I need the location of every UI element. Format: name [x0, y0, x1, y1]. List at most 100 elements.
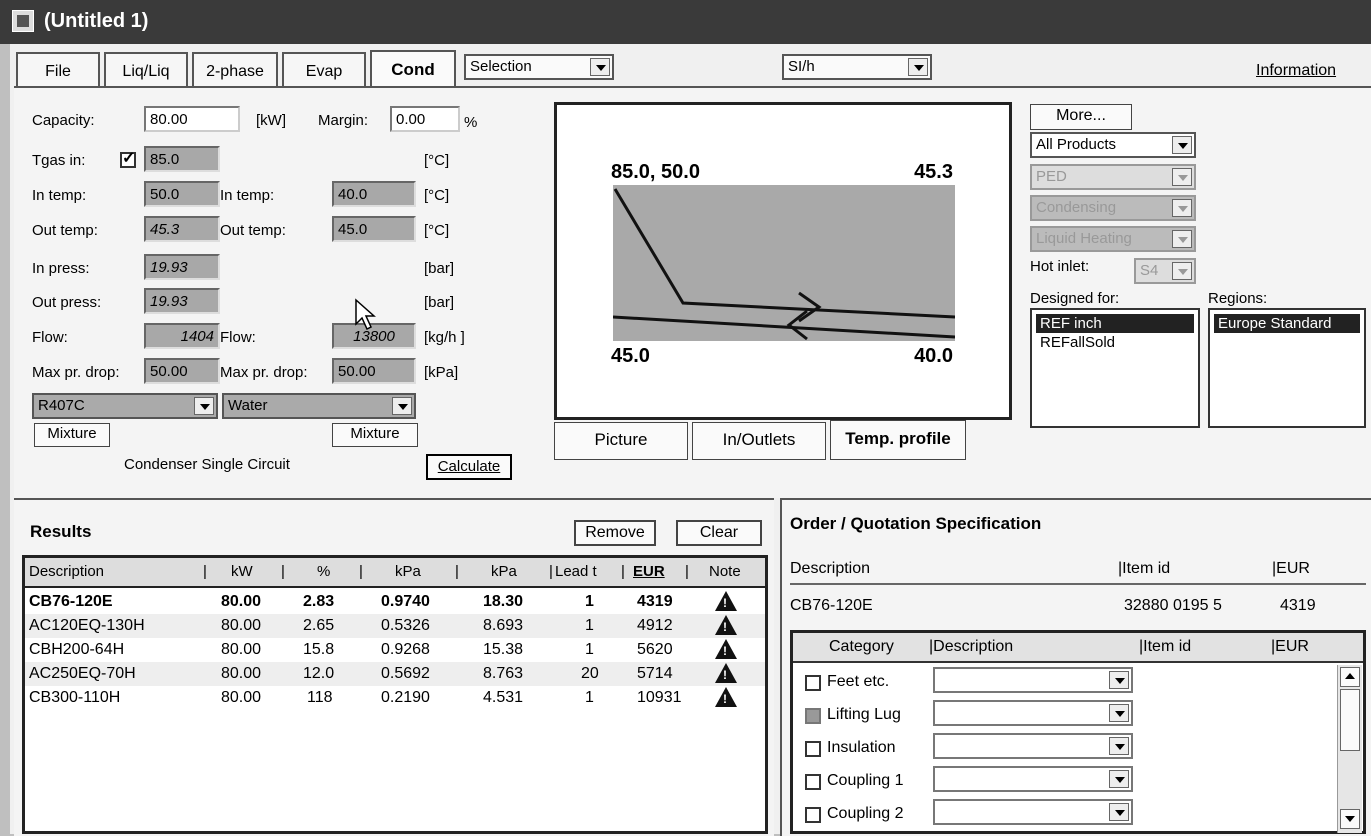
in-press-input[interactable]: 19.93	[144, 254, 220, 280]
hot-fluid-dropdown[interactable]: R407C	[32, 393, 218, 419]
table-row[interactable]: AC250EQ-70H 80.00 12.0 0.5692 8.763 20 5…	[25, 662, 765, 686]
chevron-down-icon	[194, 397, 214, 415]
warning-icon[interactable]	[715, 591, 737, 611]
ped-dropdown[interactable]: PED	[1030, 164, 1196, 190]
chevron-down-icon	[1109, 704, 1129, 722]
hot-mixture-button[interactable]: Mixture	[34, 423, 110, 447]
col-kw[interactable]: kW	[231, 563, 253, 580]
chevron-down-icon	[908, 58, 928, 76]
order-row-item-id[interactable]: 32880 0195 5	[1124, 597, 1222, 615]
out-press-input[interactable]: 19.93	[144, 288, 220, 314]
list-item[interactable]: REFallSold	[1036, 333, 1194, 352]
col-description[interactable]: Description	[29, 563, 104, 580]
units-dropdown[interactable]: SI/h	[782, 54, 932, 80]
coupling-2-label: Coupling 2	[827, 805, 904, 822]
warning-icon[interactable]	[715, 687, 737, 707]
regions-list[interactable]: Europe Standard	[1208, 308, 1366, 428]
lifting-lug-checkbox[interactable]	[805, 708, 821, 724]
col-note[interactable]: Note	[709, 563, 741, 580]
col-lead-time[interactable]: Lead t	[555, 563, 597, 580]
tab-evap[interactable]: Evap	[282, 52, 366, 86]
order-row-description[interactable]: CB76-120E	[790, 597, 873, 615]
table-row[interactable]: CBH200-64H 80.00 15.8 0.9268 15.38 1 562…	[25, 638, 765, 662]
liquid-heating-dropdown[interactable]: Liquid Heating	[1030, 226, 1196, 252]
hot-inlet-dropdown[interactable]: S4	[1134, 258, 1196, 284]
lifting-lug-dropdown[interactable]	[933, 700, 1133, 726]
chevron-down-icon	[1109, 770, 1129, 788]
table-row[interactable]: CB300-110H 80.00 118 0.2190 4.531 1 1093…	[25, 686, 765, 710]
tab-2-phase[interactable]: 2-phase	[192, 52, 278, 86]
chevron-down-icon	[1172, 230, 1192, 248]
acc-col-eur: |EUR	[1271, 638, 1309, 655]
feet-dropdown[interactable]	[933, 667, 1133, 693]
order-row-eur[interactable]: 4319	[1280, 597, 1316, 615]
capacity-input[interactable]: 80.00	[144, 106, 240, 132]
coupling-2-dropdown[interactable]	[933, 799, 1133, 825]
col-kpa-2[interactable]: kPa	[491, 563, 517, 580]
warning-icon[interactable]	[715, 663, 737, 683]
tab-in-outlets[interactable]: In/Outlets	[692, 422, 826, 460]
cell-kpa-2: 8.693	[483, 617, 524, 634]
out-temp-unit: [°C]	[424, 222, 450, 239]
scrollbar[interactable]	[1337, 665, 1362, 833]
designed-for-list[interactable]: REF inch REFallSold	[1030, 308, 1200, 428]
condensing-dropdown[interactable]: Condensing	[1030, 195, 1196, 221]
list-item[interactable]: REF inch	[1036, 314, 1194, 333]
max-drop-label: Max pr. drop:	[32, 364, 120, 381]
more-button[interactable]: More...	[1030, 104, 1132, 130]
max-drop-hot-input[interactable]: 50.00	[144, 358, 220, 384]
cell-percent: 2.83	[303, 593, 335, 610]
cold-mixture-button[interactable]: Mixture	[332, 423, 418, 447]
list-item[interactable]: Europe Standard	[1214, 314, 1360, 333]
in-temp-cold-input[interactable]: 40.0	[332, 181, 416, 207]
cold-fluid-dropdown[interactable]: Water	[222, 393, 416, 419]
tab-temp-profile[interactable]: Temp. profile	[830, 420, 966, 460]
information-link[interactable]: Information	[1256, 62, 1336, 80]
table-row[interactable]: AC120EQ-130H 80.00 2.65 0.5326 8.693 1 4…	[25, 614, 765, 638]
feet-checkbox[interactable]	[805, 675, 821, 691]
warning-icon[interactable]	[715, 615, 737, 635]
cell-kpa-2: 15.38	[483, 641, 524, 658]
coupling-2-checkbox[interactable]	[805, 807, 821, 823]
cell-kpa-1: 0.2190	[381, 689, 430, 706]
scroll-down-icon[interactable]	[1340, 809, 1360, 829]
in-temp-hot-input[interactable]: 50.0	[144, 181, 220, 207]
tab-liq-liq[interactable]: Liq/Liq	[104, 52, 188, 86]
in-temp-label: In temp:	[32, 187, 87, 204]
remove-button[interactable]: Remove	[574, 520, 656, 546]
cell-kw: 80.00	[221, 641, 262, 658]
coupling-1-dropdown[interactable]	[933, 766, 1133, 792]
scroll-thumb[interactable]	[1340, 689, 1360, 751]
out-temp-cold-input[interactable]: 45.0	[332, 216, 416, 242]
calculate-button[interactable]: Calculate	[426, 454, 512, 480]
hot-inlet-label: Hot inlet:	[1030, 258, 1090, 275]
max-drop-cold-input[interactable]: 50.00	[332, 358, 416, 384]
tab-cond[interactable]: Cond	[370, 50, 456, 88]
selection-dropdown[interactable]: Selection	[464, 54, 614, 80]
col-percent[interactable]: %	[317, 563, 330, 580]
tgas-input[interactable]: 85.0	[144, 146, 220, 172]
warning-icon[interactable]	[715, 639, 737, 659]
tgas-checkbox[interactable]	[120, 148, 136, 168]
scroll-up-icon[interactable]	[1340, 667, 1360, 687]
col-sep: |	[359, 563, 363, 580]
coupling-1-checkbox[interactable]	[805, 774, 821, 790]
cell-kpa-2: 4.531	[483, 689, 524, 706]
chevron-down-icon	[1109, 737, 1129, 755]
product-dropdown[interactable]: All Products	[1030, 132, 1196, 158]
clear-button[interactable]: Clear	[676, 520, 762, 546]
out-temp-hot-input[interactable]: 45.3	[144, 216, 220, 242]
margin-input[interactable]: 0.00	[390, 106, 460, 132]
table-row[interactable]: CB76-120E 80.00 2.83 0.9740 18.30 1 4319	[25, 590, 765, 614]
insulation-dropdown[interactable]	[933, 733, 1133, 759]
tab-picture[interactable]: Picture	[554, 422, 688, 460]
margin-label: Margin:	[318, 112, 369, 129]
col-eur[interactable]: EUR	[633, 563, 665, 580]
cell-kw: 80.00	[221, 665, 262, 682]
insulation-checkbox[interactable]	[805, 741, 821, 757]
tab-file[interactable]: File	[16, 52, 100, 86]
regions-label: Regions:	[1208, 290, 1268, 307]
cell-percent: 118	[307, 689, 333, 706]
col-kpa-1[interactable]: kPa	[395, 563, 421, 580]
flow-hot-input[interactable]: 1404	[144, 323, 220, 349]
